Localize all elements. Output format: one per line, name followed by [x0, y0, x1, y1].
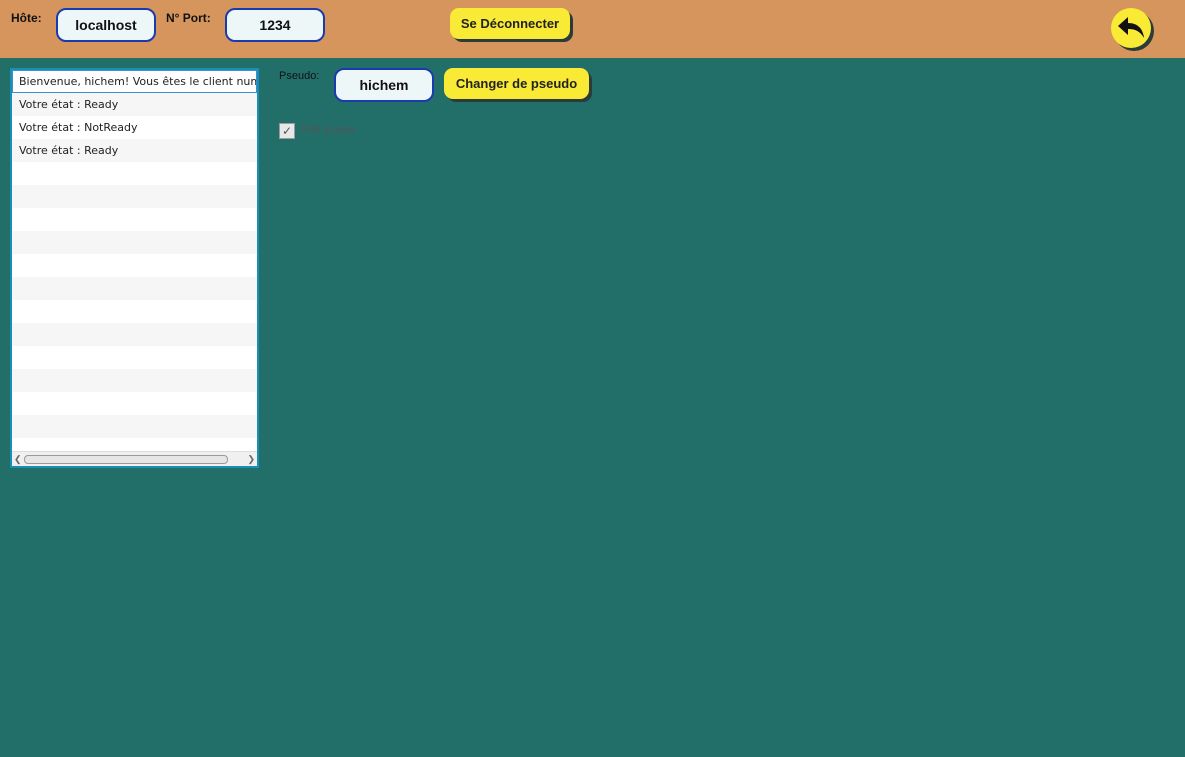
host-label: Hôte:	[11, 11, 42, 25]
empty-row	[12, 300, 257, 323]
change-pseudo-button[interactable]: Changer de pseudo	[444, 68, 589, 99]
list-item[interactable]: Votre état : NotReady	[12, 116, 257, 139]
back-button[interactable]	[1111, 8, 1151, 48]
port-input[interactable]: 1234	[225, 8, 325, 42]
port-label: N° Port:	[166, 11, 211, 25]
empty-row	[12, 415, 257, 438]
empty-row	[12, 231, 257, 254]
empty-row	[12, 392, 257, 415]
disconnect-button[interactable]: Se Déconnecter	[450, 8, 570, 39]
empty-row	[12, 438, 257, 452]
checkmark-icon: ✓	[281, 124, 293, 138]
empty-row	[12, 346, 257, 369]
empty-row	[12, 162, 257, 185]
message-list[interactable]: Bienvenue, hichem! Vous êtes le client n…	[10, 68, 259, 468]
empty-row	[12, 369, 257, 392]
pseudo-label: Pseudo:	[279, 70, 320, 82]
empty-row	[12, 277, 257, 300]
pseudo-input[interactable]: hichem	[334, 68, 434, 102]
scroll-right-icon[interactable]: ❯	[247, 452, 255, 466]
empty-row	[12, 323, 257, 346]
horizontal-scrollbar[interactable]: ❮ ❯	[12, 451, 257, 466]
empty-row	[12, 254, 257, 277]
list-item[interactable]: Bienvenue, hichem! Vous êtes le client n…	[12, 70, 257, 93]
scroll-left-icon[interactable]: ❮	[14, 452, 22, 466]
host-input[interactable]: localhost	[56, 8, 156, 42]
list-item[interactable]: Votre état : Ready	[12, 93, 257, 116]
message-list-rows: Bienvenue, hichem! Vous êtes le client n…	[12, 70, 257, 452]
list-item[interactable]: Votre état : Ready	[12, 139, 257, 162]
back-arrow-icon	[1118, 17, 1144, 38]
scrollbar-thumb[interactable]	[24, 455, 228, 464]
empty-row	[12, 185, 257, 208]
ready-label: Prêt à jouer	[300, 124, 357, 136]
top-bar: Hôte: localhost N° Port: 1234 Se Déconne…	[0, 0, 1185, 58]
ready-checkbox[interactable]: ✓	[279, 123, 295, 139]
empty-row	[12, 208, 257, 231]
